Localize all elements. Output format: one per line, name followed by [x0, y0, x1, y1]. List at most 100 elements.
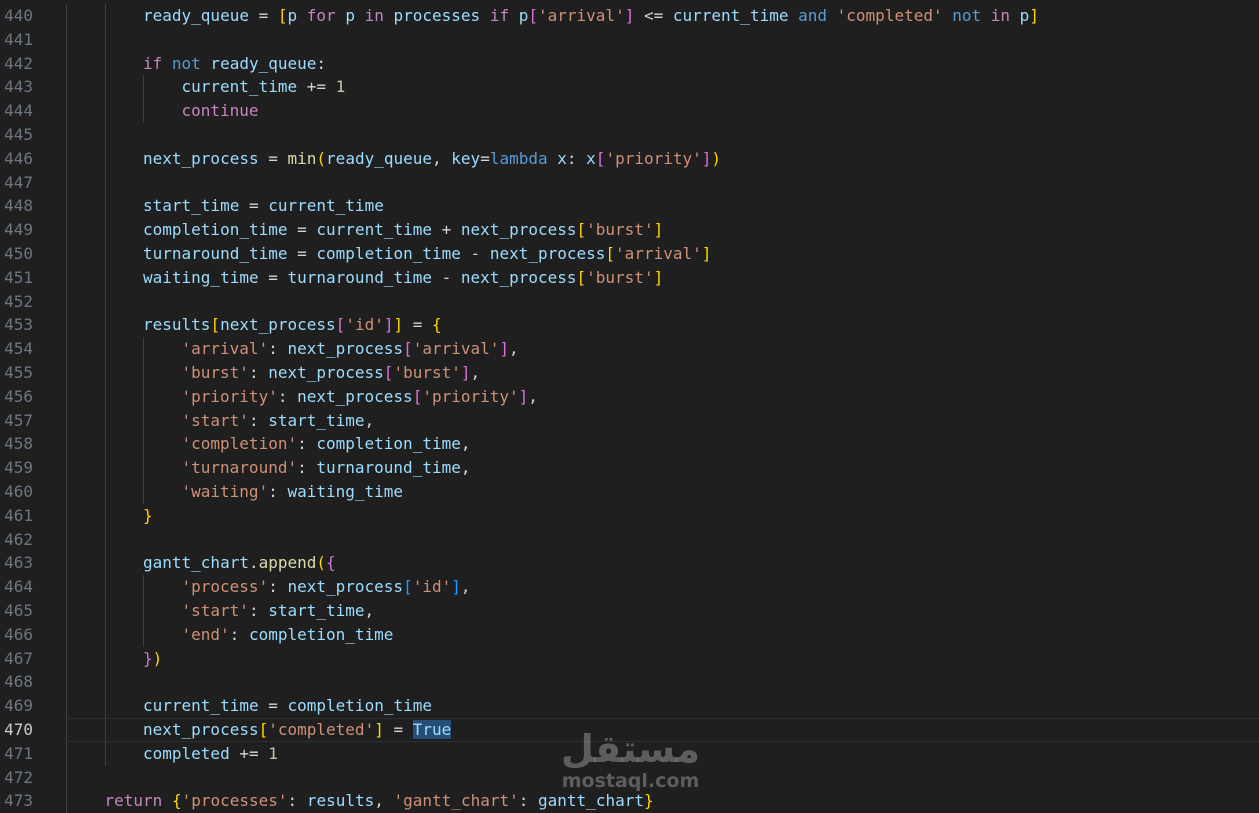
line-number: 472 [4, 767, 33, 787]
code-token: start_time [268, 600, 365, 620]
code-editor[interactable]: 440 ready_queue = [p for p in processes i… [0, 4, 1259, 813]
indent-guide [104, 265, 106, 290]
code-token: { [171, 791, 182, 811]
code-token: , [374, 791, 394, 811]
code-line[interactable]: 443 current_time += 1 [0, 75, 1259, 100]
code-token: 1 [335, 77, 346, 97]
indent-guide [104, 384, 106, 409]
code-token: : [248, 600, 269, 620]
code-text: gantt_chart.append({ [143, 551, 336, 575]
code-token: completion_time [143, 220, 288, 240]
code-line[interactable]: 467}) [0, 646, 1259, 671]
indent-guide [66, 622, 67, 647]
code-line[interactable]: 441 [0, 27, 1259, 52]
code-token: completion_time [287, 696, 433, 716]
code-line[interactable]: 468 [0, 670, 1259, 695]
code-token: - [432, 267, 461, 287]
indent-guide [104, 456, 106, 480]
code-token: ready_queue [326, 148, 433, 168]
code-token: current_time [268, 196, 384, 216]
code-token: current_time [181, 77, 298, 97]
code-token: if [143, 53, 163, 73]
code-line[interactable]: 462 [0, 527, 1259, 552]
indent-guide [66, 27, 67, 52]
code-line[interactable]: 460 'waiting': waiting_time [0, 479, 1259, 504]
line-number: 457 [4, 410, 33, 430]
code-line[interactable]: 461} [0, 503, 1259, 528]
code-token: [ [403, 339, 413, 359]
code-line[interactable]: 442 if not ready_queue: [0, 51, 1259, 76]
code-line[interactable]: 445 [0, 122, 1259, 147]
code-line[interactable]: 464 'process': next_process['id'], [0, 575, 1259, 599]
indent-guide [104, 170, 106, 195]
line-number: 459 [4, 458, 33, 478]
indent-guide [104, 337, 106, 361]
code-token: gantt_chart [143, 553, 249, 573]
indent-guide [66, 717, 67, 742]
indent-guide [66, 789, 67, 813]
code-token: , [470, 362, 481, 382]
indent-guide [143, 408, 144, 433]
line-number: 460 [4, 481, 33, 501]
code-token: ] [451, 577, 461, 597]
line-number: 467 [4, 648, 33, 668]
code-line[interactable]: 463 gantt_chart.append({ [0, 551, 1259, 576]
code-token: waiting_time [287, 481, 404, 501]
code-line[interactable]: 456'priority': next_process['priority'], [0, 384, 1259, 409]
code-text: 'waiting': waiting_time [182, 480, 404, 504]
code-line[interactable]: 459 'turnaround': turnaround_time, [0, 456, 1259, 480]
code-token: ( [316, 148, 327, 168]
code-token: = [239, 196, 269, 216]
code-text: 'arrival': next_process['arrival'], [182, 337, 519, 361]
code-line[interactable]: 452 [0, 289, 1259, 314]
line-number: 441 [4, 29, 33, 49]
code-text: 'end': completion_time [182, 623, 394, 647]
indent-guide [104, 122, 106, 147]
code-line[interactable]: 469 current_time = completion_time [0, 694, 1259, 718]
code-token: [ [383, 362, 394, 382]
code-line[interactable]: 465 'start': start_time, [0, 598, 1259, 623]
code-line[interactable]: 449 completion_time = current_time + next… [0, 218, 1259, 242]
line-number: 454 [4, 339, 33, 359]
code-token: and [798, 6, 828, 25]
code-token: min [287, 148, 317, 168]
code-token: lambda [489, 148, 548, 168]
code-line[interactable]: 444 continue [0, 99, 1259, 123]
line-number: 470 [4, 719, 33, 739]
code-text: completion_time = current_time + next_pr… [143, 218, 663, 242]
code-token: 'priority' [605, 148, 702, 168]
code-line[interactable]: 447 [0, 170, 1259, 195]
code-token: 'burst' [586, 220, 654, 240]
code-line[interactable]: 440 ready_queue = [p for p in processes i… [0, 4, 1259, 28]
code-line[interactable]: 457 'start': start_time, [0, 408, 1259, 433]
code-line[interactable]: 451 waiting_time = turnaround_time - next… [0, 265, 1259, 290]
code-text: current_time = completion_time [143, 694, 432, 718]
code-line[interactable]: 453 results[next_process['id']] = { [0, 313, 1259, 338]
code-token: [ [258, 719, 269, 739]
code-line[interactable]: 448 start_time = current_time [0, 194, 1259, 219]
code-token: : [268, 577, 288, 597]
indent-guide [104, 27, 106, 52]
indent-guide [104, 408, 106, 433]
code-token: next_process [143, 148, 259, 168]
code-token: ] [499, 339, 510, 359]
code-token: results [306, 791, 375, 811]
line-number: 469 [4, 696, 33, 716]
code-token: . [248, 553, 259, 573]
code-text: next_process['completed'] = True [143, 718, 452, 742]
line-number: 473 [4, 791, 33, 811]
code-token: 'waiting' [181, 481, 269, 501]
code-token: = [248, 6, 278, 25]
code-line[interactable]: 466 'end': completion_time [0, 622, 1259, 647]
indent-guide [104, 622, 106, 647]
code-token: 'gantt_chart' [393, 791, 519, 811]
code-line[interactable]: 455'burst': next_process['burst'], [0, 360, 1259, 385]
code-token: True [412, 719, 452, 739]
code-line[interactable]: 450 turnaround_time = completion_time - n… [0, 241, 1259, 266]
code-line[interactable]: 454 'arrival': next_process['arrival'], [0, 337, 1259, 361]
code-token: if [489, 6, 510, 25]
code-line[interactable]: 458 'completion': completion_time, [0, 432, 1259, 457]
code-token: 'arrival' [538, 6, 625, 25]
indent-guide [66, 384, 67, 409]
code-line[interactable]: 446 next_process = min(ready_queue, key=l… [0, 146, 1259, 171]
